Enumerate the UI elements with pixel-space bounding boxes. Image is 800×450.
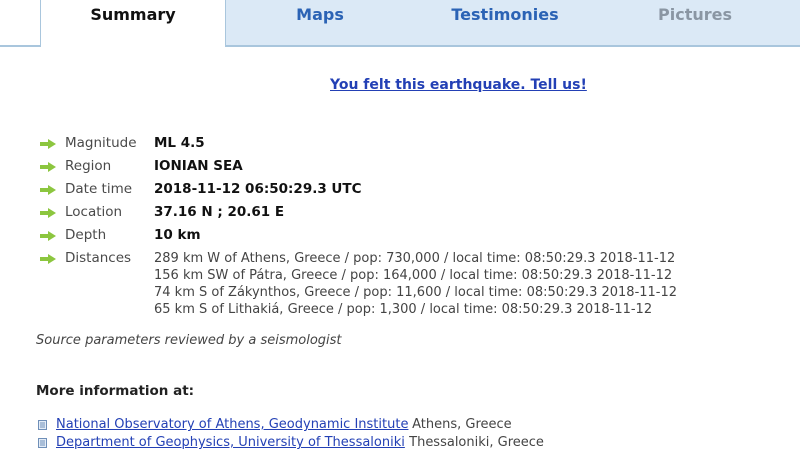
- tab-pictures: Pictures: [658, 5, 732, 24]
- tab-testimonies[interactable]: Testimonies: [430, 0, 580, 30]
- right-arrow-icon: [40, 208, 56, 218]
- region-value: IONIAN SEA: [154, 158, 243, 174]
- distances-list: 289 km W of Athens, Greece / pop: 730,00…: [154, 250, 677, 318]
- felt-earthquake-link[interactable]: You felt this earthquake. Tell us!: [330, 77, 587, 93]
- param-depth: Depth 10 km: [40, 226, 800, 249]
- right-arrow-icon: [40, 185, 56, 195]
- right-arrow-icon: [40, 162, 56, 172]
- noa-link[interactable]: National Observatory of Athens, Geodynam…: [56, 417, 408, 432]
- document-bullet-icon: [38, 438, 47, 448]
- param-location: Location 37.16 N ; 20.61 E: [40, 203, 800, 226]
- param-distances: Distances 289 km W of Athens, Greece / p…: [40, 249, 800, 317]
- distance-line: 156 km SW of Pátra, Greece / pop: 164,00…: [154, 268, 673, 283]
- location-value: 37.16 N ; 20.61 E: [154, 204, 285, 220]
- param-label: Depth: [65, 227, 107, 243]
- distance-line: 74 km S of Zákynthos, Greece / pop: 11,6…: [154, 285, 678, 300]
- param-magnitude: Magnitude ML 4.5: [40, 134, 800, 157]
- tab-summary[interactable]: Summary: [40, 0, 226, 47]
- right-arrow-icon: [40, 254, 56, 264]
- document-bullet-icon: [38, 420, 47, 430]
- distance-line: 289 km W of Athens, Greece / pop: 730,00…: [154, 251, 676, 266]
- param-label: Date time: [65, 181, 133, 197]
- param-region: Region IONIAN SEA: [40, 157, 800, 180]
- tab-maps[interactable]: Maps: [260, 0, 380, 30]
- earthquake-summary-page: Summary Maps Testimonies Pictures You fe…: [0, 0, 800, 450]
- param-label: Region: [65, 158, 112, 174]
- right-arrow-icon: [40, 139, 56, 149]
- param-label: Distances: [65, 250, 132, 266]
- param-label: Magnitude: [65, 135, 137, 151]
- param-datetime: Date time 2018-11-12 06:50:29.3 UTC: [40, 180, 800, 203]
- datetime-value: 2018-11-12 06:50:29.3 UTC: [154, 181, 362, 197]
- link-place: Athens, Greece: [408, 417, 512, 432]
- auth-geophysics-link[interactable]: Department of Geophysics, University of …: [56, 435, 405, 450]
- link-name[interactable]: National Observatory of Athens, Geodynam…: [56, 417, 408, 432]
- param-label: Location: [65, 204, 123, 220]
- tab-underline-left: [0, 45, 40, 47]
- earthquake-parameters: Magnitude ML 4.5 Region IONIAN SEA Date …: [40, 134, 800, 317]
- link-name[interactable]: Department of Geophysics, University of …: [56, 435, 405, 450]
- tab-bar: Summary Maps Testimonies Pictures: [0, 0, 800, 47]
- magnitude-value: ML 4.5: [154, 135, 205, 151]
- more-info-title: More information at:: [36, 383, 195, 399]
- source-note: Source parameters reviewed by a seismolo…: [36, 333, 342, 348]
- depth-value: 10 km: [154, 227, 201, 243]
- right-arrow-icon: [40, 231, 56, 241]
- distance-line: 65 km S of Lithakiá, Greece / pop: 1,300…: [154, 302, 653, 317]
- link-place: Thessaloniki, Greece: [405, 435, 544, 450]
